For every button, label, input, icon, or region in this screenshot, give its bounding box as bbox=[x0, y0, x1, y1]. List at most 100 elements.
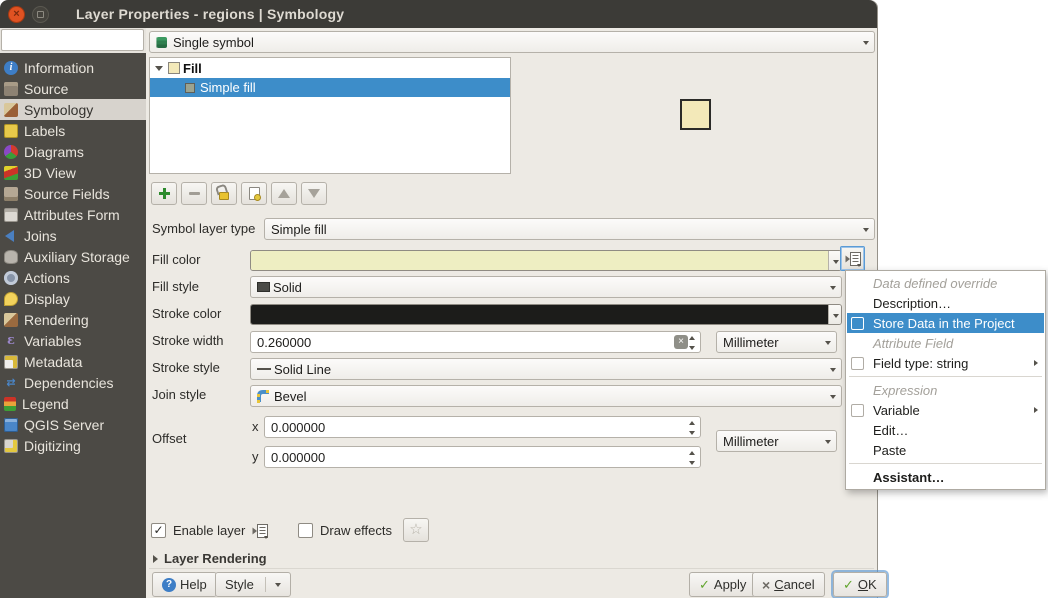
sidebar-search-strip bbox=[0, 28, 146, 53]
style-button-label: Style bbox=[225, 577, 254, 592]
clear-icon[interactable] bbox=[674, 335, 688, 349]
spinner-arrows[interactable] bbox=[688, 420, 697, 436]
menu-item-variable[interactable]: Variable bbox=[847, 400, 1044, 420]
style-button[interactable]: Style bbox=[215, 572, 291, 597]
layer-rendering-section[interactable]: Layer Rendering bbox=[153, 551, 267, 566]
lock-color-button[interactable] bbox=[211, 182, 237, 205]
sidebar-item-auxiliary-storage[interactable]: Auxiliary Storage bbox=[0, 246, 146, 267]
sidebar-item-actions[interactable]: Actions bbox=[0, 267, 146, 288]
menu-item-label: Description… bbox=[873, 296, 951, 311]
chevron-down-icon bbox=[825, 440, 831, 444]
join-style-value: Bevel bbox=[274, 389, 307, 404]
footer-divider bbox=[149, 568, 874, 569]
sidebar-item-variables[interactable]: Variables bbox=[0, 330, 146, 351]
add-symbol-layer-button[interactable] bbox=[151, 182, 177, 205]
stroke-style-combo[interactable]: Solid Line bbox=[250, 358, 842, 380]
sidebar-item-qgis-server[interactable]: QGIS Server bbox=[0, 414, 146, 435]
stroke-width-input[interactable] bbox=[251, 335, 674, 350]
effects-options-button[interactable] bbox=[403, 518, 429, 542]
solid-line-icon bbox=[257, 368, 271, 370]
sidebar-item-source-fields[interactable]: Source Fields bbox=[0, 183, 146, 204]
fill-style-combo[interactable]: Solid bbox=[250, 276, 842, 298]
data-defined-override-icon[interactable] bbox=[252, 524, 268, 538]
stroke-width-unit-value: Millimeter bbox=[723, 335, 779, 350]
sidebar-item-metadata[interactable]: Metadata bbox=[0, 351, 146, 372]
restore-window-icon[interactable] bbox=[32, 6, 49, 23]
actions-icon bbox=[4, 271, 18, 285]
tree-item-fill[interactable]: Fill bbox=[150, 58, 510, 78]
open-lock-icon bbox=[219, 192, 229, 200]
sidebar-item-3d-view[interactable]: 3D View bbox=[0, 162, 146, 183]
draw-effects-checkbox[interactable] bbox=[298, 523, 313, 538]
symbol-type-combo[interactable]: Single symbol bbox=[149, 31, 875, 53]
sidebar-item-rendering[interactable]: Rendering bbox=[0, 309, 146, 330]
sidebar-item-display[interactable]: Display bbox=[0, 288, 146, 309]
symbol-layer-tree: Fill Simple fill bbox=[149, 57, 511, 174]
stroke-color-button[interactable] bbox=[250, 304, 842, 325]
sidebar-item-attributes-form[interactable]: Attributes Form bbox=[0, 204, 146, 225]
menu-item-edit[interactable]: Edit… bbox=[847, 420, 1044, 440]
stroke-width-unit-combo[interactable]: Millimeter bbox=[716, 331, 837, 353]
join-style-label: Join style bbox=[152, 384, 206, 406]
sidebar-item-symbology[interactable]: Symbology bbox=[0, 99, 146, 120]
chevron-down-icon bbox=[275, 583, 281, 587]
remove-symbol-layer-button[interactable] bbox=[181, 182, 207, 205]
offset-x-label: x bbox=[252, 416, 259, 438]
menu-item-description[interactable]: Description… bbox=[847, 293, 1044, 313]
menu-item-store-data-in-project[interactable]: Store Data in the Project bbox=[847, 313, 1044, 333]
menu-checkbox bbox=[851, 317, 864, 330]
menu-item-paste[interactable]: Paste bbox=[847, 440, 1044, 460]
ok-button[interactable]: ✓ OK bbox=[833, 572, 887, 597]
sidebar-item-information[interactable]: Information bbox=[0, 57, 146, 78]
offset-unit-combo[interactable]: Millimeter bbox=[716, 430, 837, 452]
menu-header-data-defined-override[interactable]: Data defined override bbox=[847, 273, 1044, 293]
sidebar-item-label: Diagrams bbox=[24, 144, 84, 160]
expander-icon[interactable] bbox=[155, 66, 163, 71]
sidebar-item-labels[interactable]: Labels bbox=[0, 120, 146, 141]
fill-color-data-defined-button[interactable] bbox=[840, 246, 865, 271]
fill-color-button[interactable] bbox=[250, 250, 842, 271]
auxiliary-storage-icon bbox=[4, 250, 18, 264]
sidebar-item-digitizing[interactable]: Digitizing bbox=[0, 435, 146, 456]
offset-y-input[interactable] bbox=[265, 450, 700, 465]
duplicate-symbol-layer-button[interactable] bbox=[241, 182, 267, 205]
sidebar-item-source[interactable]: Source bbox=[0, 78, 146, 99]
sidebar-item-diagrams[interactable]: Diagrams bbox=[0, 141, 146, 162]
sidebar-item-dependencies[interactable]: Dependencies bbox=[0, 372, 146, 393]
cancel-button-label: Cancel bbox=[774, 577, 814, 592]
spinner-arrows[interactable] bbox=[688, 335, 697, 351]
menu-separator[interactable] bbox=[849, 376, 1042, 377]
offset-y-spinbox[interactable] bbox=[264, 446, 701, 468]
sidebar-item-joins[interactable]: Joins bbox=[0, 225, 146, 246]
close-window-icon[interactable] bbox=[8, 6, 25, 23]
stroke-width-spinbox[interactable] bbox=[250, 331, 701, 353]
help-button[interactable]: ? Help bbox=[152, 572, 217, 597]
enable-layer-label: Enable layer bbox=[173, 520, 245, 542]
menu-header-expression[interactable]: Expression bbox=[847, 380, 1044, 400]
sidebar-search-input[interactable] bbox=[1, 29, 144, 51]
join-style-combo[interactable]: Bevel bbox=[250, 385, 842, 407]
move-down-button[interactable] bbox=[301, 182, 327, 205]
cancel-button[interactable]: × Cancel bbox=[752, 572, 825, 597]
spinner-arrows[interactable] bbox=[688, 450, 697, 466]
move-up-button[interactable] bbox=[271, 182, 297, 205]
menu-item-field-type-string[interactable]: Field type: string bbox=[847, 353, 1044, 373]
sidebar-item-legend[interactable]: Legend bbox=[0, 393, 146, 414]
simple-fill-swatch-icon bbox=[185, 83, 195, 93]
offset-x-input[interactable] bbox=[265, 420, 700, 435]
menu-header-attribute-field[interactable]: Attribute Field bbox=[847, 333, 1044, 353]
menu-item-label: Paste bbox=[873, 443, 906, 458]
apply-button[interactable]: ✓ Apply bbox=[689, 572, 756, 597]
menu-separator[interactable] bbox=[849, 463, 1042, 464]
symbol-layer-type-combo[interactable]: Simple fill bbox=[264, 218, 875, 240]
attributes-form-icon bbox=[4, 208, 18, 222]
menu-item-assistant[interactable]: Assistant… bbox=[847, 467, 1044, 487]
offset-x-spinbox[interactable] bbox=[264, 416, 701, 438]
chevron-down-icon bbox=[830, 395, 836, 399]
variables-icon bbox=[4, 334, 18, 348]
tree-item-simple-fill[interactable]: Simple fill bbox=[150, 78, 510, 97]
information-icon bbox=[4, 61, 18, 75]
stroke-color-dropdown[interactable] bbox=[828, 305, 841, 324]
enable-layer-checkbox[interactable] bbox=[151, 523, 166, 538]
apply-button-label: Apply bbox=[714, 577, 747, 592]
